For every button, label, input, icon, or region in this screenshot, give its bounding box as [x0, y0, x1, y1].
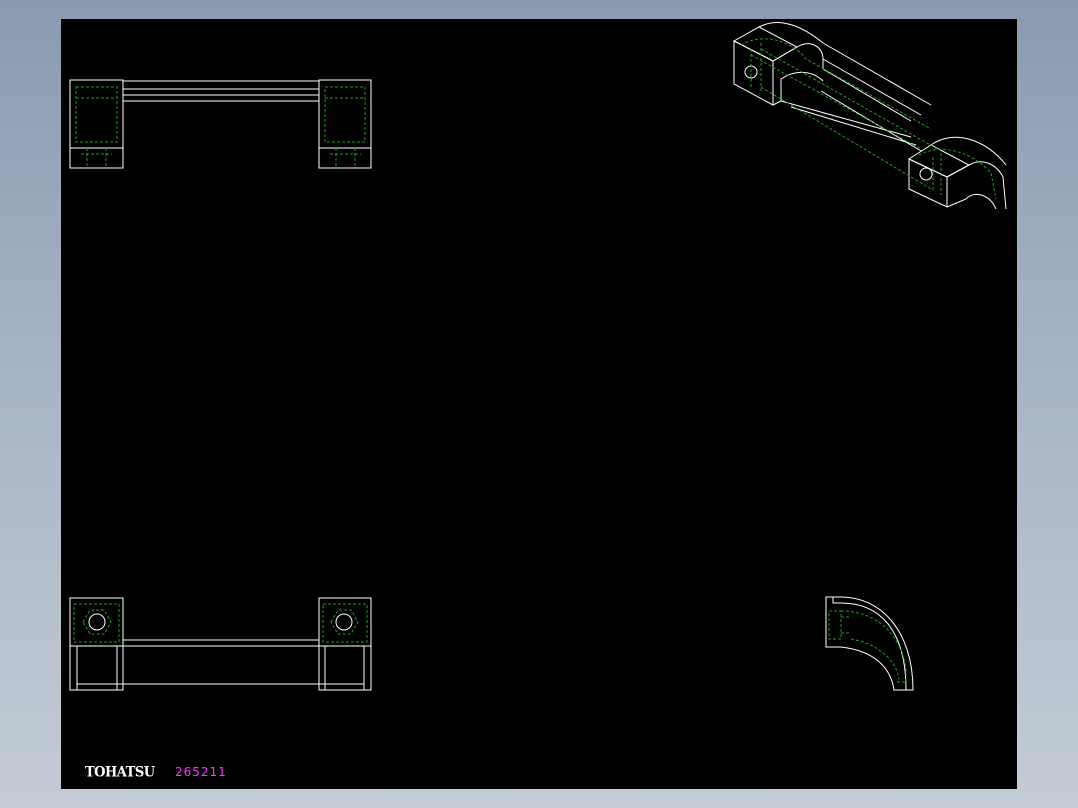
side-view — [825, 596, 914, 691]
cad-drawing — [69, 22, 1007, 691]
part-number-label: 265211 — [175, 765, 227, 779]
isometric-view — [732, 22, 1007, 210]
brand-logo-text: TOHATSU — [85, 764, 155, 781]
front-view — [69, 597, 372, 691]
top-view — [69, 79, 372, 169]
drawing-canvas[interactable]: TOHATSU 265211 — [61, 19, 1017, 789]
